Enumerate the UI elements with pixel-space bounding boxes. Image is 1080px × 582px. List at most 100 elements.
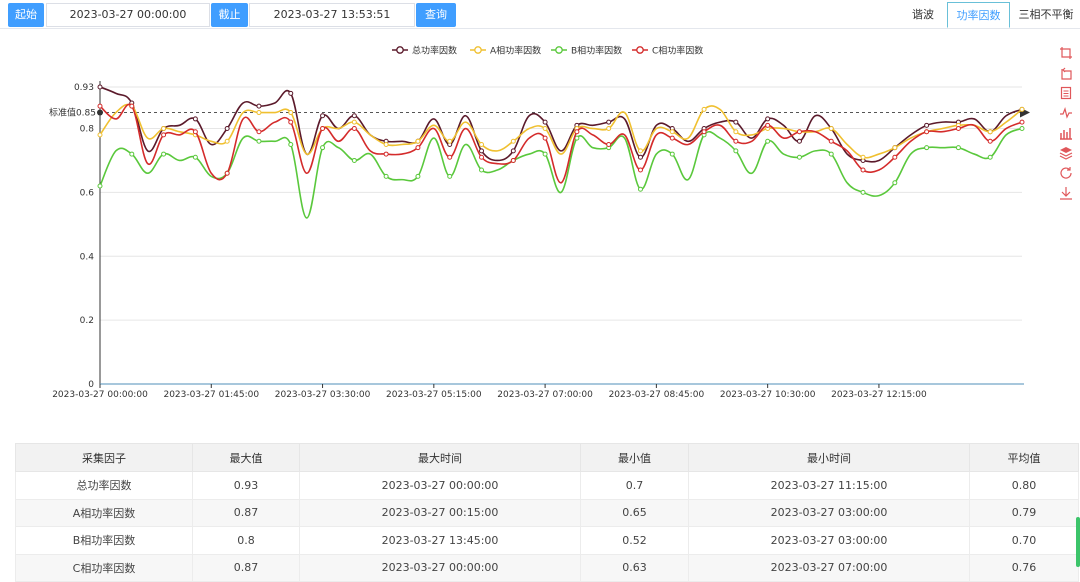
legend-swatch-marker [636, 46, 644, 54]
header-max-time: 最大时间 [299, 443, 581, 472]
crop-icon[interactable] [1058, 46, 1074, 62]
data-point [415, 145, 421, 151]
download-icon[interactable] [1058, 186, 1074, 202]
x-tick-label: 2023-03-27 05:15:00 [386, 390, 482, 400]
tab-harmonic[interactable]: 谐波 [898, 2, 948, 28]
data-point [765, 138, 771, 144]
data-point [161, 132, 167, 138]
cell-max: 0.87 [192, 553, 300, 582]
data-point [606, 119, 612, 125]
data-point [224, 126, 230, 132]
data-point [320, 145, 326, 151]
data-point [892, 145, 898, 151]
reference-line-start [97, 109, 103, 116]
data-point [351, 157, 357, 163]
table-header-row: 采集因子 最大值 最大时间 最小值 最小时间 平均值 [15, 443, 1079, 472]
x-tick-label: 2023-03-27 00:00:00 [52, 390, 148, 400]
start-time-input[interactable]: 2023-03-27 00:00:00 [46, 3, 210, 27]
data-point [860, 189, 866, 195]
cell-factor: 总功率因数 [15, 471, 193, 500]
data-point [606, 141, 612, 147]
data-point [383, 173, 389, 179]
cell-min: 0.52 [580, 526, 689, 555]
y-tick-label: 0.2 [80, 316, 94, 326]
cell-factor: C相功率因数 [15, 553, 193, 582]
bar-chart-icon[interactable] [1058, 126, 1074, 142]
data-point [796, 154, 802, 160]
end-label: 截止 [211, 3, 248, 27]
data-point [828, 138, 834, 144]
cell-min-time: 2023-03-27 07:00:00 [688, 553, 970, 582]
cell-min: 0.7 [580, 471, 689, 500]
reference-line-label: 标准值0.85 [49, 107, 96, 119]
data-point [415, 173, 421, 179]
data-point [383, 141, 389, 147]
data-point [796, 129, 802, 135]
data-point [256, 103, 262, 109]
cell-max-time: 2023-03-27 00:15:00 [299, 498, 581, 527]
legend-label: B相功率因数 [571, 45, 622, 57]
data-point [860, 167, 866, 173]
cell-min: 0.65 [580, 498, 689, 527]
cell-avg: 0.79 [969, 498, 1079, 527]
data-point [860, 154, 866, 160]
x-tick-label: 2023-03-27 10:30:00 [720, 390, 816, 400]
data-point [828, 151, 834, 157]
data-point [288, 141, 294, 147]
legend-label: A相功率因数 [490, 45, 541, 57]
y-tick-label: 0.8 [80, 125, 95, 135]
data-point [256, 110, 262, 116]
data-view-icon[interactable] [1058, 86, 1074, 102]
data-point [765, 116, 771, 122]
data-point [828, 126, 834, 132]
table-row: B相功率因数 0.8 2023-03-27 13:45:00 0.52 2023… [15, 526, 1079, 555]
data-point [320, 126, 326, 132]
data-point [924, 145, 930, 151]
data-point [510, 148, 516, 154]
stack-icon[interactable] [1058, 146, 1074, 162]
x-tick-label: 2023-03-27 12:15:00 [831, 390, 927, 400]
scrollbar[interactable] [1076, 517, 1080, 567]
data-point [892, 154, 898, 160]
y-tick-label: 0.4 [80, 252, 95, 262]
data-point [924, 129, 930, 135]
header-factor: 采集因子 [15, 443, 193, 472]
cell-avg: 0.76 [969, 553, 1079, 582]
cell-max-time: 2023-03-27 00:00:00 [299, 553, 581, 582]
undo-icon[interactable] [1058, 66, 1074, 82]
start-label: 起始 [8, 3, 44, 27]
data-point [97, 132, 103, 138]
data-point [97, 183, 103, 189]
data-point [542, 151, 548, 157]
data-point [542, 135, 548, 141]
data-point [479, 154, 485, 160]
data-point [733, 148, 739, 154]
data-point [256, 138, 262, 144]
search-button[interactable]: 查询 [416, 3, 456, 27]
data-point [447, 138, 453, 144]
tab-three-phase-unbalance[interactable]: 三相不平衡 [1012, 2, 1080, 28]
end-time-input[interactable]: 2023-03-27 13:53:51 [249, 3, 415, 27]
tab-power-factor[interactable]: 功率因数 [947, 2, 1010, 28]
data-point [288, 90, 294, 96]
cell-min-time: 2023-03-27 03:00:00 [688, 498, 970, 527]
data-point [669, 135, 675, 141]
legend-label: 总功率因数 [412, 45, 457, 57]
data-point [383, 151, 389, 157]
cell-max-time: 2023-03-27 00:00:00 [299, 471, 581, 500]
legend-label: C相功率因数 [652, 45, 703, 57]
header-min: 最小值 [580, 443, 689, 472]
data-point [606, 126, 612, 132]
statistics-table: 采集因子 最大值 最大时间 最小值 最小时间 平均值 总功率因数 0.93 20… [15, 443, 1079, 582]
table-row: A相功率因数 0.87 2023-03-27 00:15:00 0.65 202… [15, 498, 1079, 527]
data-point [351, 113, 357, 119]
data-point [479, 141, 485, 147]
data-point [129, 103, 135, 109]
refresh-icon[interactable] [1058, 166, 1074, 182]
data-point [510, 138, 516, 144]
line-chart-icon[interactable] [1058, 106, 1074, 122]
data-point [224, 170, 230, 176]
cell-factor: B相功率因数 [15, 526, 193, 555]
data-point [192, 116, 198, 122]
data-point [1019, 106, 1025, 112]
